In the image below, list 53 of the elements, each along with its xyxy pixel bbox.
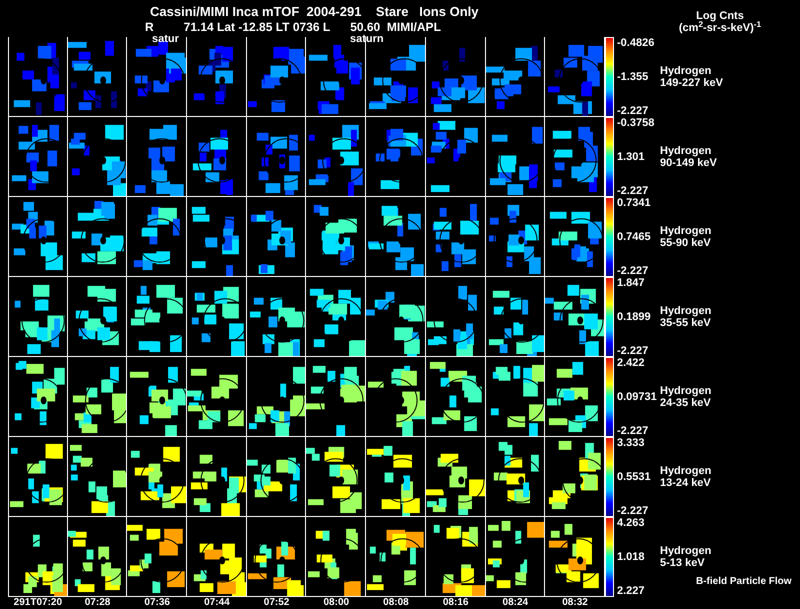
scale-max: 0.7341 <box>617 197 652 210</box>
units-text: (cm$^{2}$-sr-s-keV)$^{-1}$ <box>678 22 762 34</box>
scale-min: 2.227 <box>617 584 646 597</box>
planet-label: satur <box>152 34 179 45</box>
energy-range: 13-24 keV <box>660 477 712 490</box>
scale-max: 3.333 <box>617 437 646 450</box>
time-label: 07:28 <box>84 597 112 608</box>
scale-max: 4.263 <box>617 517 646 530</box>
time-label: 08:24 <box>502 597 530 608</box>
species-label: Hydrogen <box>660 384 712 397</box>
time-label: 07:36 <box>143 597 171 608</box>
energy-range: 149-227 keV <box>660 77 724 90</box>
energy-range: 55-90 keV <box>660 237 712 250</box>
scale-max: 2.422 <box>617 357 646 370</box>
species-label: Hydrogen <box>660 144 712 157</box>
scale-mid: 0.1899 <box>617 310 652 324</box>
energy-range: 35-55 keV <box>660 317 712 330</box>
time-label: 08:00 <box>322 597 350 608</box>
time-label: 08:16 <box>442 597 470 608</box>
scale-mid: 0.09731 <box>617 390 658 404</box>
scale-mid: 0.7465 <box>617 230 652 244</box>
time-label: 07:52 <box>262 597 290 608</box>
scale-min: -2.227 <box>617 424 650 437</box>
scale-max: 1.847 <box>617 277 646 290</box>
scale-mid: 0.5531 <box>617 470 652 484</box>
scale-min: -2.227 <box>617 344 650 357</box>
position-text: 71.14 Lat -12.85 LT 0736 L <box>184 21 330 34</box>
energy-range: 90-149 keV <box>660 157 718 170</box>
time-label: 08:08 <box>382 597 410 608</box>
time-label: 08:32 <box>561 597 589 608</box>
scale-max: -0.3758 <box>617 117 656 130</box>
plot-title: Cassini/MIMI Inca mTOF 2004-291 Stare Ions Only <box>149 3 480 20</box>
scale-min: -2.227 <box>617 504 650 517</box>
scale-min: -2.227 <box>617 264 650 277</box>
species-label: Hydrogen <box>660 224 712 237</box>
scale-min: -2.227 <box>617 184 650 197</box>
energy-range: 5-13 keV <box>660 557 706 570</box>
legend-text: B-field Particle Flow <box>696 576 792 587</box>
position-text: R <box>145 21 154 34</box>
species-label: Hydrogen <box>660 304 712 317</box>
units-title: Log Cnts <box>695 10 745 22</box>
scale-max: -0.4826 <box>617 37 656 50</box>
scale-mid: 1.301 <box>617 150 646 164</box>
scale-min: -2.227 <box>617 104 650 117</box>
scale-mid: -1.355 <box>617 70 650 84</box>
species-label: Hydrogen <box>660 464 712 477</box>
time-label: 291T07:20 <box>12 597 64 608</box>
energy-range: 24-35 keV <box>660 397 712 410</box>
position-text: 50.60 MIMI/APL <box>350 21 441 34</box>
species-label: Hydrogen <box>660 544 712 557</box>
time-label: 07:44 <box>203 597 231 608</box>
scale-mid: 1.018 <box>617 550 646 564</box>
species-label: Hydrogen <box>660 64 712 77</box>
